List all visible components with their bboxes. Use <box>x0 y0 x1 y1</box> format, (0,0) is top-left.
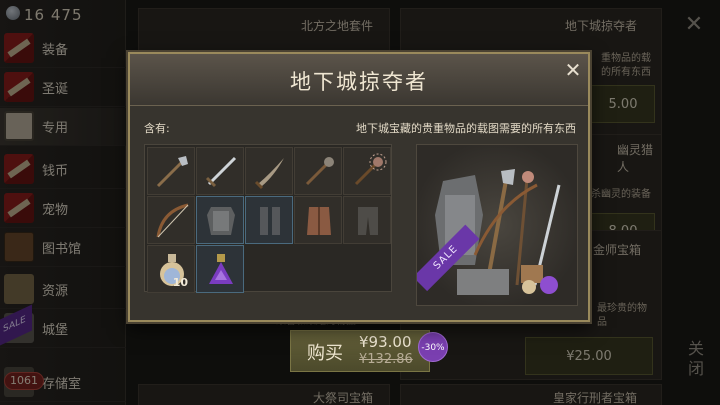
buy-button[interactable]: 购买 ¥93.00 ¥132.86 <box>290 330 430 372</box>
bundle-description: 地下城宝藏的贵重物品的载图需要的所有东西 <box>356 122 576 135</box>
item-slot[interactable] <box>196 245 244 293</box>
contains-label: 含有: <box>144 122 170 135</box>
bundle-preview-image: SALE <box>416 144 578 306</box>
scimitar-icon <box>254 158 284 190</box>
buy-price: ¥93.00 <box>359 333 412 351</box>
bundle-illustration <box>435 169 561 295</box>
item-quantity: 10 <box>172 276 188 289</box>
item-slot[interactable] <box>294 196 342 244</box>
modal-title: 地下城掠夺者 <box>290 70 428 94</box>
item-slot[interactable]: 10 <box>147 245 195 293</box>
modal-header: 地下城掠夺者 ✕ <box>130 54 588 106</box>
item-slot[interactable] <box>196 196 244 244</box>
bundle-modal: 地下城掠夺者 ✕ 含有: 地下城宝藏的贵重物品的载图需要的所有东西 10 SAL… <box>128 52 590 322</box>
buy-label: 购买 <box>307 343 343 364</box>
chainmail-icon <box>207 207 235 235</box>
pants-icon <box>358 207 378 235</box>
item-grid: 10 <box>144 144 392 293</box>
morningstar-icon <box>354 153 387 186</box>
item-slot[interactable] <box>245 147 293 195</box>
greaves-icon <box>260 207 280 235</box>
leather-armor-icon <box>307 207 331 235</box>
close-icon[interactable]: ✕ <box>562 60 584 82</box>
discount-badge: -30% <box>418 332 448 362</box>
purple-potion-icon <box>209 254 233 284</box>
bow-icon <box>156 203 189 238</box>
item-slot[interactable] <box>147 147 195 195</box>
item-slot[interactable] <box>294 147 342 195</box>
sword-icon <box>205 156 237 188</box>
buy-old-price: ¥132.86 <box>359 352 413 367</box>
item-slot[interactable] <box>245 196 293 244</box>
item-slot[interactable] <box>196 147 244 195</box>
item-slot[interactable] <box>343 196 391 244</box>
halberd-icon <box>156 156 188 188</box>
item-slot[interactable] <box>147 196 195 244</box>
mace-icon <box>305 157 334 186</box>
item-slot[interactable] <box>343 147 391 195</box>
